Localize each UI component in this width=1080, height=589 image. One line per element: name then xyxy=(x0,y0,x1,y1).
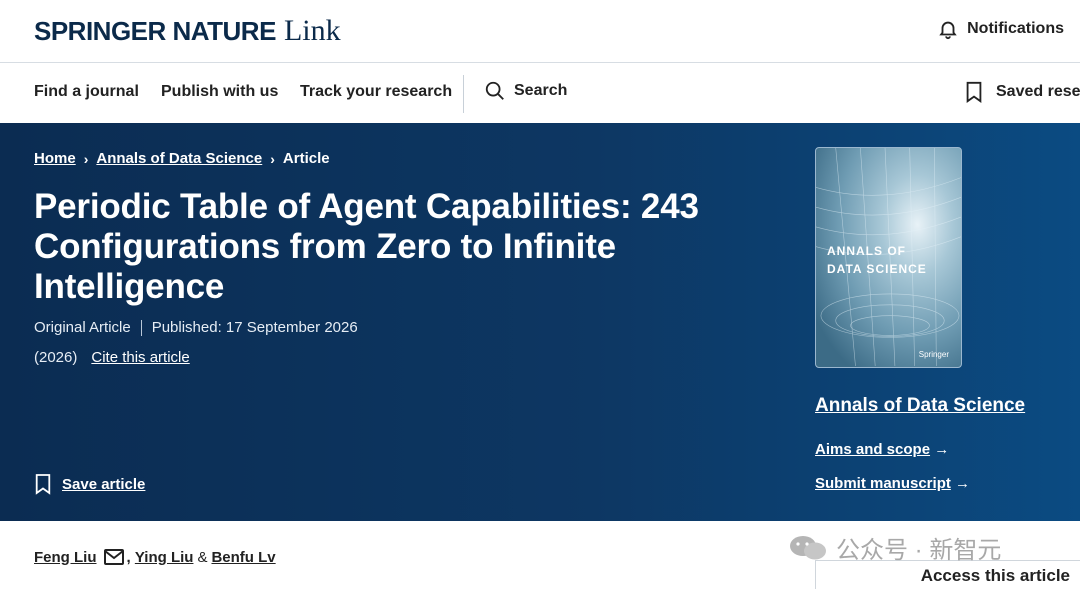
save-article-button[interactable]: Save article xyxy=(34,473,145,495)
brand-sub-text: Link xyxy=(283,14,341,47)
author-and: & xyxy=(197,548,208,566)
author-separator: , xyxy=(126,548,135,566)
article-citation-row: (2026) Cite this article xyxy=(34,349,190,366)
nav-publish-with-us[interactable]: Publish with us xyxy=(161,83,278,101)
top-bar: SPRINGER NATURE Link Notifications xyxy=(0,0,1080,63)
cover-title-line2: DATA SCIENCE xyxy=(827,262,927,276)
article-year: (2026) xyxy=(34,349,78,366)
author-link[interactable]: Benfu Lv xyxy=(211,549,275,566)
search-button[interactable]: Search xyxy=(484,80,567,102)
bell-icon xyxy=(939,21,957,40)
published-date: Published: 17 September 2026 xyxy=(151,319,358,336)
arrow-right-icon: → xyxy=(955,475,971,492)
chevron-right-icon: › xyxy=(270,150,275,167)
wechat-watermark: 公众号 · 新智元 xyxy=(788,530,1001,565)
journal-name-link[interactable]: Annals of Data Science xyxy=(815,395,1025,417)
author-link[interactable]: Ying Liu xyxy=(135,549,194,566)
breadcrumb: Home › Annals of Data Science › Article xyxy=(34,150,330,167)
search-icon xyxy=(485,81,504,100)
search-label: Search xyxy=(514,82,568,99)
author-list: Feng Liu , Ying Liu & Benfu Lv xyxy=(34,548,276,566)
author-link[interactable]: Feng Liu xyxy=(34,549,97,566)
journal-cover-image[interactable]: ANNALS OF DATA SCIENCE Springer xyxy=(815,147,962,368)
bookmark-icon xyxy=(966,81,982,103)
nav-find-journal[interactable]: Find a journal xyxy=(34,83,139,101)
save-article-label: Save article xyxy=(62,475,146,493)
meta-divider xyxy=(140,319,142,336)
article-meta: Original Article Published: 17 September… xyxy=(34,319,358,336)
submit-manuscript-link[interactable]: Submit manuscript → xyxy=(815,475,970,492)
article-type: Original Article xyxy=(34,319,131,336)
nav-divider xyxy=(463,75,464,113)
aims-and-scope-link[interactable]: Aims and scope → xyxy=(815,441,949,458)
wechat-icon xyxy=(790,535,826,559)
article-title: Periodic Table of Agent Capabilities: 24… xyxy=(34,187,699,306)
envelope-icon[interactable] xyxy=(103,548,125,566)
bookmark-icon xyxy=(35,474,51,495)
watermark-text: 公众号 · 新智元 xyxy=(836,537,1002,564)
main-nav: Find a journal Publish with us Track you… xyxy=(0,64,1080,123)
brand-main-text: SPRINGER NATURE xyxy=(34,16,276,46)
article-hero: Home › Annals of Data Science › Article … xyxy=(0,123,1080,521)
springer-nature-link-logo[interactable]: SPRINGER NATURE Link xyxy=(34,14,341,48)
saved-research-label: Saved resea xyxy=(996,83,1080,100)
cite-this-article-link[interactable]: Cite this article xyxy=(91,349,189,366)
access-article-title: Access this article xyxy=(920,566,1070,585)
notifications-label: Notifications xyxy=(967,20,1064,37)
saved-research-button[interactable]: Saved resea xyxy=(964,81,1080,103)
breadcrumb-home[interactable]: Home xyxy=(34,150,76,167)
chevron-right-icon: › xyxy=(83,150,89,167)
nav-track-research[interactable]: Track your research xyxy=(300,83,452,101)
aims-and-scope-label: Aims and scope xyxy=(815,441,931,458)
submit-manuscript-label: Submit manuscript xyxy=(815,475,951,492)
arrow-right-icon: → xyxy=(934,441,950,458)
breadcrumb-journal[interactable]: Annals of Data Science xyxy=(96,150,262,167)
cover-publisher: Springer xyxy=(918,350,949,359)
notifications-button[interactable]: Notifications xyxy=(937,18,1064,40)
cover-title-line1: ANNALS OF xyxy=(827,244,906,258)
cover-title: ANNALS OF DATA SCIENCE xyxy=(827,242,927,278)
breadcrumb-current: Article xyxy=(282,150,330,167)
